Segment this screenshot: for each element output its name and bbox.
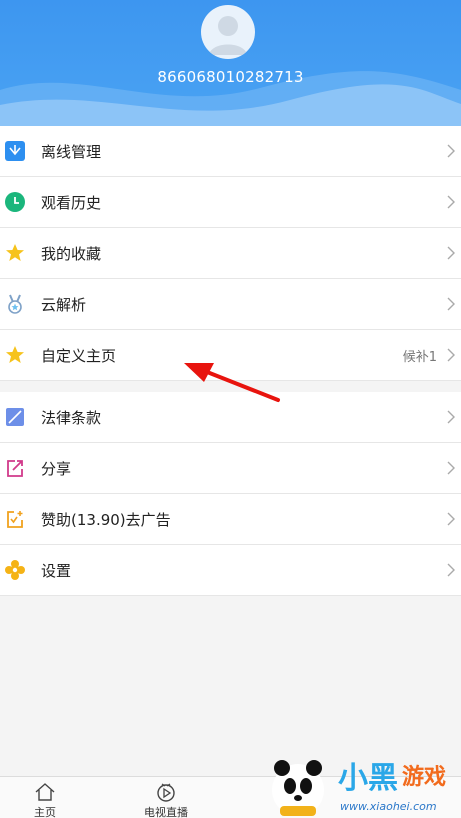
clock-icon xyxy=(5,192,25,212)
menu-item-label: 法律条款 xyxy=(41,408,102,427)
menu-item-label: 离线管理 xyxy=(41,142,102,161)
menu-item-label: 我的收藏 xyxy=(41,244,102,263)
chevron-right-icon xyxy=(447,195,455,209)
menu-item-label: 自定义主页 xyxy=(41,346,117,365)
star-icon xyxy=(6,244,24,261)
user-id: 866068010282713 xyxy=(157,68,304,86)
user-avatar-icon xyxy=(209,16,247,55)
chevron-right-icon xyxy=(447,410,455,424)
menu-item-label: 赞助(13.90)去广告 xyxy=(41,510,171,529)
menu-item-offline[interactable]: 离线管理 xyxy=(0,126,461,177)
chevron-right-icon xyxy=(447,461,455,475)
chevron-right-icon xyxy=(447,348,455,362)
svg-text:游戏: 游戏 xyxy=(402,764,446,790)
tab-label: 电视直播 xyxy=(144,806,188,818)
sponsor-icon xyxy=(7,511,23,528)
home-icon xyxy=(35,783,55,801)
menu-item-label: 分享 xyxy=(41,459,72,478)
chevron-right-icon xyxy=(447,563,455,577)
gear-flower-icon xyxy=(5,560,25,580)
tv-play-icon xyxy=(157,783,175,802)
document-icon xyxy=(6,408,24,426)
menu-item-settings[interactable]: 设置 xyxy=(0,545,461,596)
download-box-icon xyxy=(5,141,25,161)
menu-item-history[interactable]: 观看历史 xyxy=(0,177,461,228)
profile-header: 866068010282713 xyxy=(0,0,461,126)
menu-item-cloud-parse[interactable]: 云解析 xyxy=(0,279,461,330)
menu-item-favorites[interactable]: 我的收藏 xyxy=(0,228,461,279)
chevron-right-icon xyxy=(447,297,455,311)
watermark-logo: 小黑 游戏 www.xiaohei.com xyxy=(268,748,461,818)
avatar[interactable] xyxy=(201,5,255,59)
menu-group-primary: 离线管理 观看历史 我的收藏 云解析 自定义主页 候补1 xyxy=(0,126,461,381)
chevron-right-icon xyxy=(447,144,455,158)
panda-logo-icon: 小黑 游戏 www.xiaohei.com xyxy=(272,760,446,816)
annotation-arrow-icon xyxy=(184,363,280,402)
menu-item-label: 设置 xyxy=(41,561,72,580)
menu-item-sponsor[interactable]: 赞助(13.90)去广告 xyxy=(0,494,461,545)
medal-icon xyxy=(8,294,22,314)
menu-group-secondary: 法律条款 分享 赞助(13.90)去广告 设置 xyxy=(0,392,461,596)
menu-item-label: 云解析 xyxy=(41,295,87,314)
share-icon xyxy=(7,460,23,477)
tab-label: 主页 xyxy=(34,806,56,818)
menu-item-share[interactable]: 分享 xyxy=(0,443,461,494)
svg-text:小黑: 小黑 xyxy=(338,761,398,796)
menu-item-label: 观看历史 xyxy=(41,193,102,212)
chevron-right-icon xyxy=(447,512,455,526)
svg-text:www.xiaohei.com: www.xiaohei.com xyxy=(340,800,437,813)
tab-home[interactable]: 主页 xyxy=(5,777,85,818)
tab-tv-live[interactable]: 电视直播 xyxy=(126,777,206,818)
star-icon xyxy=(6,346,24,363)
chevron-right-icon xyxy=(447,246,455,260)
menu-item-value: 候补1 xyxy=(402,349,437,365)
